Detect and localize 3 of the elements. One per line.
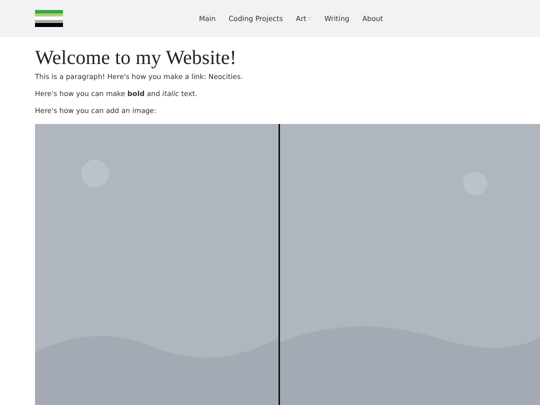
page-heading: Welcome to my Website! — [35, 47, 236, 70]
dropdown-icon — [308, 17, 312, 20]
flag-logo[interactable] — [35, 10, 63, 27]
